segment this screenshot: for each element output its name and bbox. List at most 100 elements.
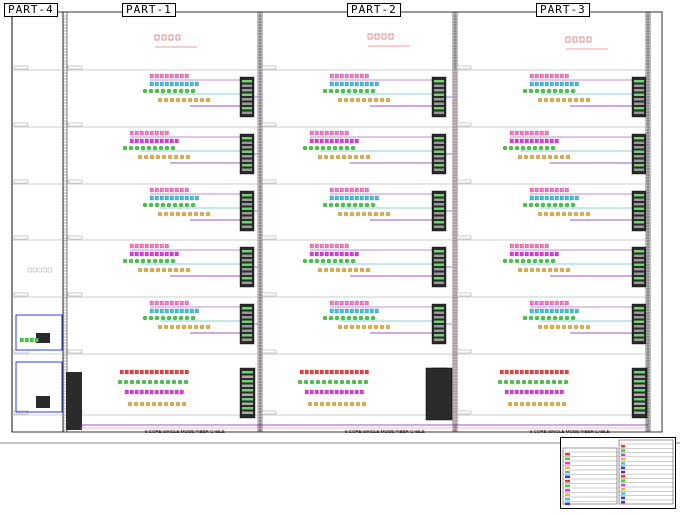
access-point-device [529,138,534,144]
roof-device [367,33,373,40]
network-rack [431,303,447,345]
ground-outlet [315,379,321,385]
rack-unit [634,384,645,387]
ground-outlet [509,379,515,385]
access-point-device [329,195,334,201]
rack-unit [242,338,252,341]
ground-phone [319,401,325,407]
network-rack [631,303,647,345]
network-rack [239,133,255,175]
access-point-device [339,195,344,201]
telephone-device [137,154,143,160]
camera-device [514,130,519,136]
ground-outlet [363,379,369,385]
access-point-device [149,195,154,201]
camera-device [534,73,539,79]
floor-tag [456,122,472,127]
camera-device [324,130,329,136]
camera-device [339,187,344,193]
network-rack [239,303,255,345]
rack-unit [634,334,644,337]
camera-device [159,243,164,249]
access-point-device [559,81,564,87]
data-outlet-device [514,258,520,264]
ground-outlet [521,379,527,385]
telephone-device [163,324,169,330]
access-point-device [324,138,329,144]
rack-unit [242,389,253,392]
ground-camera [129,369,134,375]
ground-camera [354,369,359,375]
access-point-device [159,138,164,144]
data-outlet-device [552,315,558,321]
floor-tag [261,179,277,184]
camera-device [154,300,159,306]
access-point-device [194,195,199,201]
data-outlet-device [328,315,334,321]
access-point-device [554,195,559,201]
floor-tag [67,292,83,297]
legend-swatch [565,462,570,465]
rack-unit [634,268,644,271]
access-point-device [309,251,314,257]
telephone-device [337,324,343,330]
floor-tag [261,292,277,297]
camera-device [179,73,184,79]
ground-camera [364,369,369,375]
rack-unit [634,207,644,210]
camera-device [544,243,549,249]
data-outlet-device [170,258,176,264]
ground-camera [519,369,524,375]
rack-unit [434,159,444,162]
access-point-device [334,308,339,314]
rack-unit [634,80,644,83]
camera-device [564,300,569,306]
access-point-device [519,251,524,257]
data-outlet-device [370,315,376,321]
rack-unit [242,107,252,110]
access-point-device [354,308,359,314]
access-point-device [339,81,344,87]
telephone-device [179,154,185,160]
telephone-device [347,267,353,273]
rack-unit [634,159,644,162]
ground-outlet [551,379,557,385]
ground-outlet [339,379,345,385]
rack-unit [434,146,444,149]
camera-device [159,187,164,193]
rack-unit [634,250,644,253]
telephone-device [323,154,329,160]
rack-unit [242,141,252,144]
telephone-device [535,154,541,160]
access-point-device [559,308,564,314]
access-point-device [349,308,354,314]
telephone-device [537,97,543,103]
rack-unit [634,84,644,87]
telephone-device [361,97,367,103]
camera-device [549,73,554,79]
camera-device [529,187,534,193]
rack-unit [242,334,252,337]
data-outlet-device [302,145,308,151]
ground-ap [509,389,514,395]
rack-unit [634,411,645,414]
floor-tag [456,410,472,415]
telephone-device [169,97,175,103]
telephone-device [341,267,347,273]
ground-phone [157,401,163,407]
data-outlet-device [320,145,326,151]
data-outlet-device [328,202,334,208]
access-point-device [564,81,569,87]
telephone-device [187,211,193,217]
ground-camera [299,369,304,375]
data-outlet-device [190,88,196,94]
ground-camera [169,369,174,375]
camera-device [529,73,534,79]
access-point-device [329,81,334,87]
access-point-device [574,308,579,314]
telephone-device [385,97,391,103]
ground-camera [524,369,529,375]
camera-device [344,243,349,249]
access-point-device [139,138,144,144]
camera-device [344,130,349,136]
